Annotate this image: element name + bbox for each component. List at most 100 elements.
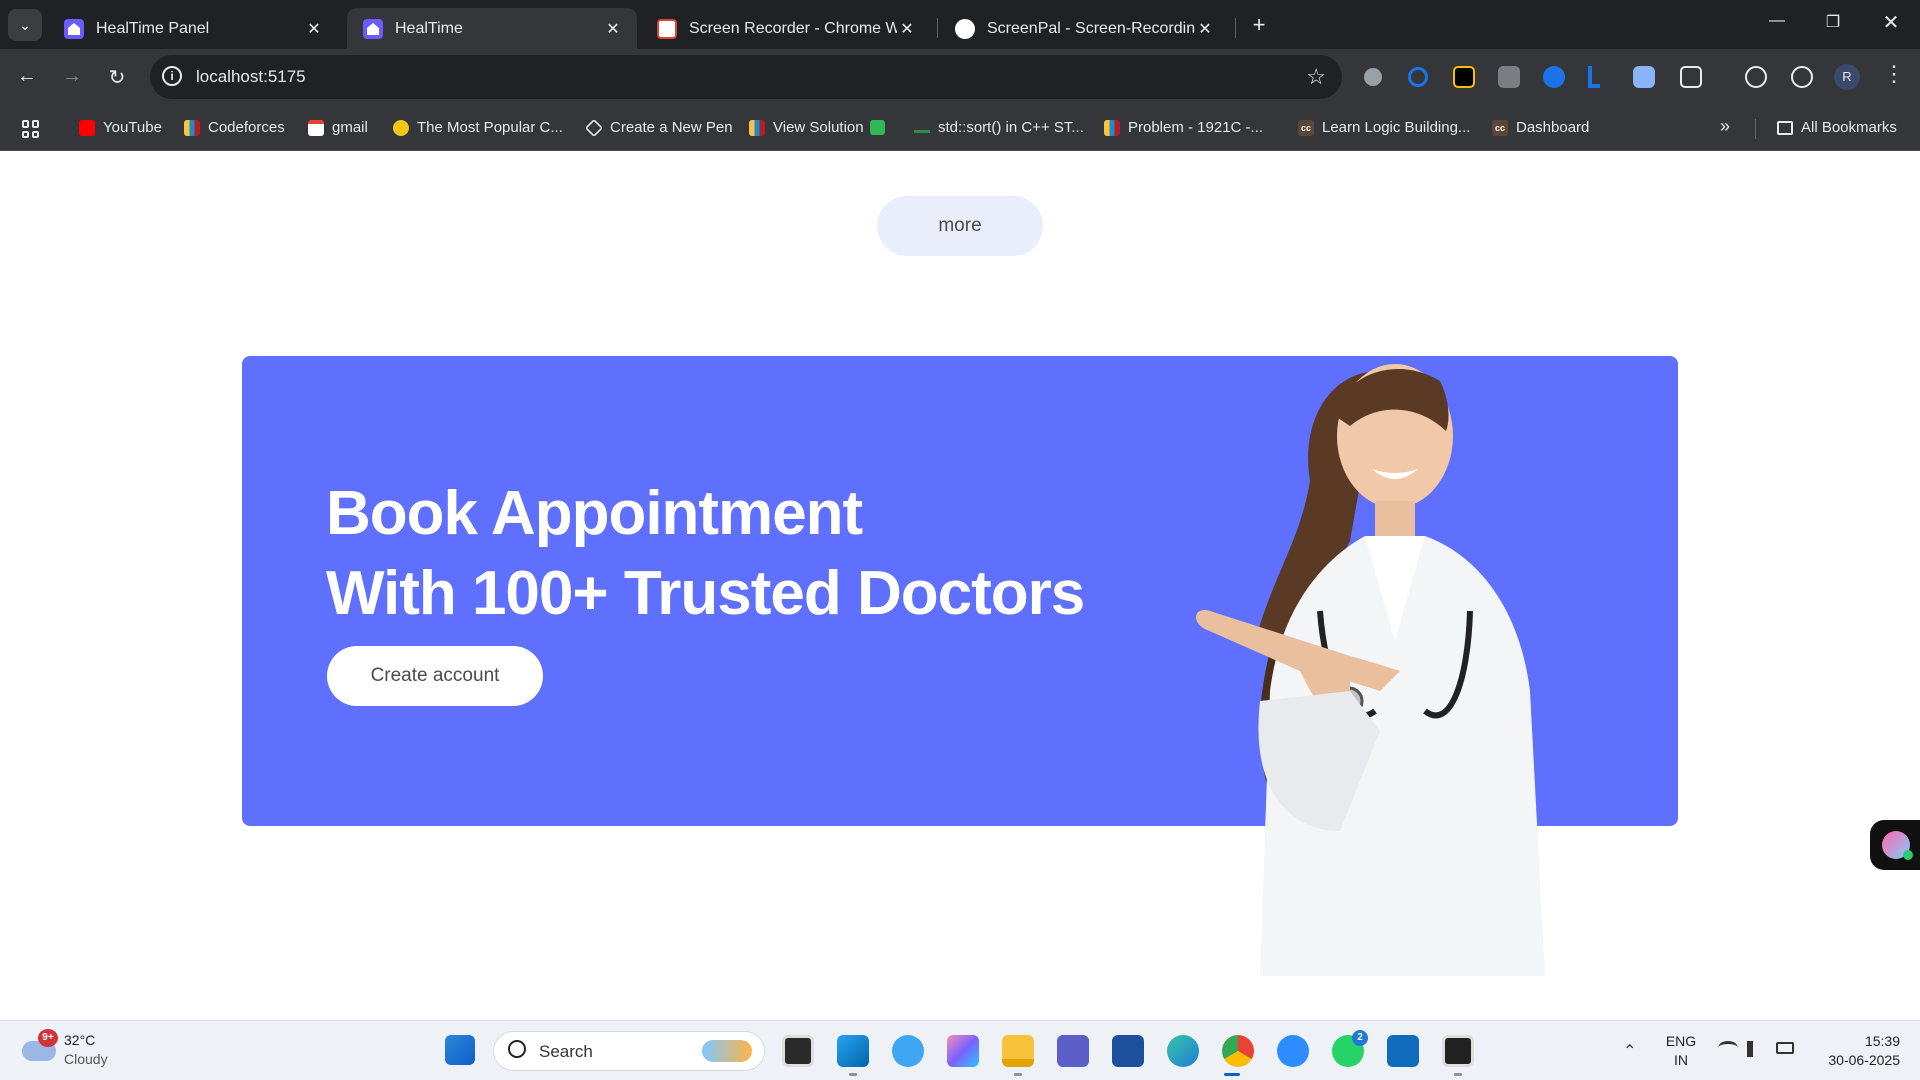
weather-badge: 9+ <box>38 1029 58 1047</box>
codeforces-icon <box>749 119 765 136</box>
chat-widget-button[interactable] <box>1870 820 1920 870</box>
performance-icon[interactable] <box>1791 66 1813 88</box>
screen-recorder-favicon-icon <box>657 18 677 39</box>
all-bookmarks-button[interactable]: All Bookmarks <box>1777 119 1897 136</box>
all-bookmarks-label: All Bookmarks <box>1801 119 1897 136</box>
wifi-icon[interactable] <box>1718 1041 1738 1055</box>
tab-title: HealTime <box>395 19 463 37</box>
online-status-dot <box>1903 850 1913 860</box>
taskbar-search[interactable]: Search <box>493 1031 765 1071</box>
back-icon[interactable]: ← <box>14 65 40 88</box>
task-view-icon[interactable] <box>782 1035 814 1067</box>
healtime-favicon-icon <box>363 18 383 39</box>
store-icon[interactable] <box>1112 1035 1144 1067</box>
language-indicator[interactable]: ENG IN <box>1664 1032 1698 1070</box>
tab-search-button[interactable]: ⌄ <box>8 9 42 41</box>
extensions-puzzle-icon[interactable] <box>1680 66 1702 88</box>
gmail-icon <box>308 119 324 136</box>
file-explorer-icon[interactable] <box>1002 1035 1034 1067</box>
outlook-icon[interactable] <box>1387 1035 1419 1067</box>
extension-icon[interactable] <box>1498 66 1520 88</box>
site-info-icon[interactable]: i <box>162 66 182 86</box>
weather-temp: 32°C <box>64 1032 96 1048</box>
banner-heading-line2: With 100+ Trusted Doctors <box>326 559 1085 628</box>
copilot-icon[interactable] <box>947 1035 979 1067</box>
close-tab-icon[interactable]: ✕ <box>603 19 623 39</box>
profile-avatar[interactable]: R <box>1834 64 1860 90</box>
minimize-icon[interactable]: — <box>1762 12 1792 30</box>
apps-grid-icon[interactable] <box>22 120 40 138</box>
tab-healtime-panel[interactable]: HealTime Panel ✕ <box>48 8 338 49</box>
bookmark-problem-1921c[interactable]: Problem - 1921C -... <box>1104 119 1263 136</box>
forward-icon[interactable]: → <box>59 65 85 88</box>
folder-icon <box>1777 120 1793 135</box>
bookmark-dashboard[interactable]: cc Dashboard <box>1492 119 1589 136</box>
extension-icon[interactable] <box>1453 66 1475 88</box>
bookmark-most-popular[interactable]: The Most Popular C... <box>393 119 563 136</box>
extension-icon[interactable] <box>1588 66 1600 88</box>
bee-icon <box>393 119 409 136</box>
bookmark-label: Learn Logic Building... <box>1322 119 1471 136</box>
menu-kebab-icon[interactable]: ⋮ <box>1881 61 1907 87</box>
bookmark-star-icon[interactable]: ☆ <box>1306 64 1326 90</box>
create-account-button[interactable]: Create account <box>327 646 543 706</box>
bookmarks-bar: YouTube Codeforces gmail The Most Popula… <box>0 107 1920 151</box>
extension-icon[interactable] <box>1543 66 1565 88</box>
running-indicator <box>1014 1073 1022 1076</box>
bookmark-youtube[interactable]: YouTube <box>79 119 162 136</box>
volume-icon[interactable] <box>1747 1041 1763 1057</box>
download-icon[interactable] <box>1745 66 1767 88</box>
close-window-icon[interactable]: ✕ <box>1876 10 1906 35</box>
language-line1: ENG <box>1665 1033 1697 1049</box>
screenpal-favicon-icon <box>955 18 975 39</box>
edge-icon[interactable] <box>1167 1035 1199 1067</box>
clock[interactable]: 15:39 30-06-2025 <box>1810 1032 1900 1070</box>
vscode-icon[interactable] <box>837 1035 869 1067</box>
chrome-icon[interactable] <box>1222 1035 1254 1067</box>
bookmark-label: Codeforces <box>208 119 285 136</box>
bookmark-view-solution[interactable]: View Solution <box>749 119 885 136</box>
new-tab-icon[interactable]: + <box>1245 12 1273 38</box>
chevron-up-icon[interactable]: ⌃ <box>1623 1041 1636 1061</box>
close-tab-icon[interactable]: ✕ <box>1195 19 1215 39</box>
bookmark-codeforces[interactable]: Codeforces <box>184 119 285 136</box>
more-button[interactable]: more <box>877 196 1043 256</box>
language-line2: IN <box>1674 1052 1688 1068</box>
codechef-icon: cc <box>1298 119 1314 136</box>
extension-icon[interactable] <box>1364 68 1382 86</box>
bookmark-codepen[interactable]: Create a New Pen <box>584 118 733 137</box>
battery-icon[interactable] <box>1776 1042 1794 1054</box>
bookmark-gmail[interactable]: gmail <box>308 119 368 136</box>
close-tab-icon[interactable]: ✕ <box>897 19 917 39</box>
windows-taskbar: 9+ 32°C Cloudy Search 2 ⌃ ENG IN 15:39 3… <box>0 1020 1920 1080</box>
codeforces-icon <box>184 119 200 136</box>
help-icon[interactable] <box>892 1035 924 1067</box>
bookmark-label: gmail <box>332 119 368 136</box>
weather-text: 32°C Cloudy <box>64 1031 108 1069</box>
url-text[interactable]: localhost:5175 <box>196 67 306 87</box>
extension-icon[interactable] <box>1408 67 1428 87</box>
terminal-icon[interactable] <box>1442 1035 1474 1067</box>
banner-heading: Book Appointment With 100+ Trusted Docto… <box>326 474 1085 634</box>
active-indicator <box>1224 1073 1240 1076</box>
bookmark-learn-logic[interactable]: cc Learn Logic Building... <box>1298 119 1470 136</box>
reload-icon[interactable]: ↻ <box>104 65 130 90</box>
tab-screen-recorder[interactable]: Screen Recorder - Chrome Web ✕ <box>641 8 931 49</box>
screen-recorder-ext-icon[interactable] <box>1633 66 1655 88</box>
address-bar[interactable]: i localhost:5175 ☆ <box>150 55 1342 99</box>
windows-start-icon[interactable] <box>445 1035 475 1065</box>
tab-healtime[interactable]: HealTime ✕ <box>347 8 637 49</box>
bookmark-std-sort[interactable]: std::sort() in C++ ST... <box>914 119 1084 136</box>
codepen-icon <box>584 118 604 137</box>
zoom-icon[interactable] <box>1277 1035 1309 1067</box>
teams-icon[interactable] <box>1057 1035 1089 1067</box>
more-bookmarks-chevron-icon[interactable]: » <box>1720 116 1730 137</box>
tab-separator <box>1235 18 1236 38</box>
search-icon <box>508 1040 526 1058</box>
search-placeholder: Search <box>539 1042 593 1061</box>
weather-condition: Cloudy <box>64 1051 108 1067</box>
tab-screenpal[interactable]: ScreenPal - Screen-Recording ✕ <box>939 8 1229 49</box>
restore-icon[interactable]: ❐ <box>1818 12 1848 32</box>
checkmark-icon <box>869 120 885 135</box>
close-tab-icon[interactable]: ✕ <box>304 19 324 39</box>
